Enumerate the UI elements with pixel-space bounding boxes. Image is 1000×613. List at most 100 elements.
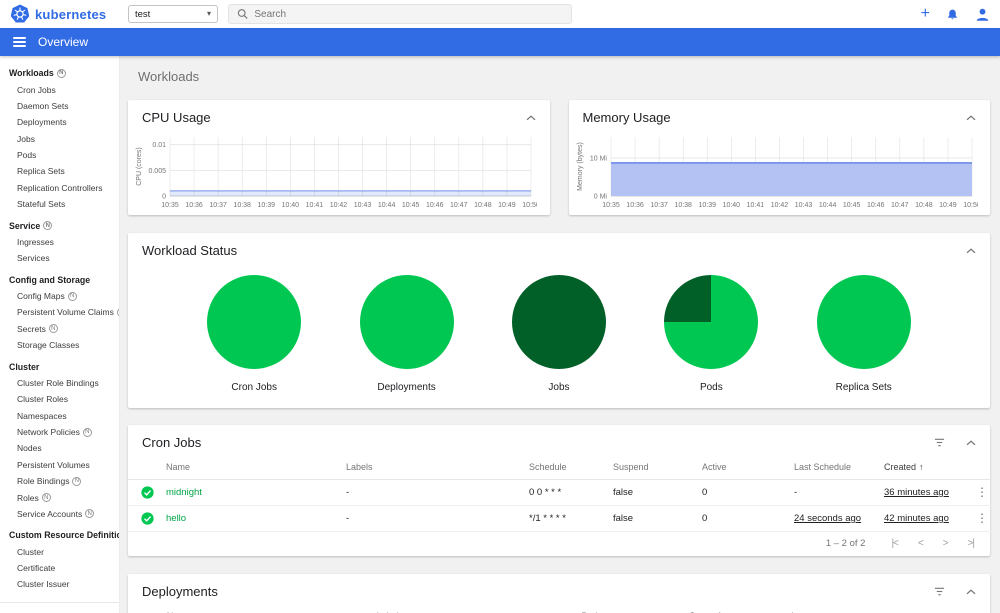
chevron-up-icon [966, 439, 976, 445]
collapse-card-button[interactable] [966, 247, 976, 254]
sidebar-item-label: Service [9, 220, 41, 231]
svg-text:10:43: 10:43 [794, 202, 812, 209]
column-header-pods[interactable]: Pods [573, 604, 681, 613]
sidebar-item-deployments[interactable]: Deployments [0, 114, 119, 130]
column-header-name[interactable]: Name [158, 604, 369, 613]
next-page-button[interactable]: > [943, 538, 949, 549]
sidebar-item-persistent-volume-claims[interactable]: Persistent Volume ClaimsN [0, 304, 119, 320]
actions-cell: ⋮ [964, 479, 992, 506]
brand-name: kubernetes [35, 6, 107, 22]
column-header-images[interactable]: Images [783, 604, 962, 613]
sidebar-item-cluster[interactable]: Cluster [0, 544, 119, 560]
cell-text: 0 0 * * * [529, 487, 562, 498]
svg-text:10:37: 10:37 [650, 202, 668, 209]
column-header-suspend[interactable]: Suspend [605, 455, 694, 480]
sidebar-item-service[interactable]: Service N [0, 217, 119, 233]
column-header-created[interactable]: Created↑ [876, 455, 964, 480]
namespace-select[interactable]: test ▾ [128, 5, 218, 23]
svg-text:10:40: 10:40 [282, 202, 300, 209]
column-header-labels[interactable]: Labels [368, 604, 574, 613]
notifications-button[interactable] [946, 8, 959, 21]
sidebar-item-pods[interactable]: Pods [0, 147, 119, 163]
column-header-created[interactable]: Created↑ [680, 604, 784, 613]
sidebar-item-services[interactable]: Services [0, 250, 119, 266]
sidebar-item-daemon-sets[interactable]: Daemon Sets [0, 98, 119, 114]
svg-text:10:47: 10:47 [450, 202, 468, 209]
sidebar-item-label: Cluster [17, 546, 44, 557]
sidebar-item-service-accounts[interactable]: Service Accounts N [0, 506, 119, 522]
cell-text: 0 [702, 487, 708, 498]
collapse-card-button[interactable] [966, 114, 976, 121]
sidebar-item-label: Replication Controllers [17, 182, 103, 193]
sidebar-item-replica-sets[interactable]: Replica Sets [0, 163, 119, 179]
svg-text:10:35: 10:35 [602, 202, 620, 209]
cronjob-name-link[interactable]: hello [166, 513, 186, 524]
sidebar-item-nodes[interactable]: Nodes [0, 440, 119, 456]
svg-text:10:50: 10:50 [963, 202, 978, 209]
sidebar-item-label: Pods [17, 150, 37, 161]
collapse-card-button[interactable] [966, 439, 976, 446]
sidebar-item-cron-jobs[interactable]: Cron Jobs [0, 81, 119, 97]
sidebar-item-settings[interactable]: Settings [0, 610, 119, 613]
sidebar-item-roles[interactable]: Roles N [0, 489, 119, 505]
cell-last-schedule: 24 seconds ago [786, 505, 876, 532]
sidebar-item-network-policies[interactable]: Network Policies N [0, 424, 119, 440]
sidebar-item-custom-resource-definitions[interactable]: Custom Resource Definitions [0, 527, 119, 543]
sidebar-item-certificate[interactable]: Certificate [0, 560, 119, 576]
account-button[interactable] [975, 7, 990, 22]
filter-button[interactable] [933, 586, 946, 597]
card-header: Workload Status [128, 233, 990, 263]
chevron-up-icon [966, 114, 976, 120]
row-actions-button[interactable]: ⋮ [972, 486, 992, 498]
collapse-card-button[interactable] [526, 114, 536, 121]
cell-created: 42 minutes ago [876, 505, 964, 532]
sidebar-item-label: Stateful Sets [17, 199, 66, 210]
namespaced-badge: N [72, 476, 82, 486]
last-page-button[interactable]: >| [968, 538, 976, 549]
menu-button[interactable] [13, 37, 26, 47]
sidebar-item-cluster-roles[interactable]: Cluster Roles [0, 391, 119, 407]
column-header-schedule[interactable]: Schedule [521, 455, 605, 480]
sidebar-item-ingresses[interactable]: Ingresses [0, 234, 119, 250]
create-resource-button[interactable]: + [921, 6, 930, 22]
svg-text:10:36: 10:36 [185, 202, 203, 209]
column-header-name[interactable]: Name [158, 455, 338, 480]
cronjob-name-link[interactable]: midnight [166, 487, 202, 498]
previous-page-button[interactable]: < [918, 538, 924, 549]
sidebar-item-namespaces[interactable]: Namespaces [0, 408, 119, 424]
first-page-button[interactable]: |< [891, 538, 899, 549]
svg-text:10:48: 10:48 [915, 202, 933, 209]
namespaced-badge: N [82, 427, 92, 437]
cell-last-schedule: - [786, 479, 876, 506]
svg-text:10:38: 10:38 [674, 202, 692, 209]
sidebar-item-storage-classes[interactable]: Storage Classes [0, 337, 119, 353]
sidebar-item-replication-controllers[interactable]: Replication Controllers [0, 180, 119, 196]
column-header-last-schedule[interactable]: Last Schedule [786, 455, 876, 480]
workload-status-deployments: Deployments [359, 275, 454, 393]
chevron-up-icon [526, 114, 535, 120]
column-header-active[interactable]: Active [694, 455, 786, 480]
table-row: midnight - 0 0 * * * false 0 - 36 minutes ago ⋮ [128, 479, 992, 506]
collapse-card-button[interactable] [966, 588, 976, 595]
sidebar-item-secrets[interactable]: Secrets N [0, 321, 119, 337]
filter-button[interactable] [933, 437, 946, 448]
sidebar-item-config-and-storage[interactable]: Config and Storage [0, 272, 119, 288]
sidebar-item-persistent-volumes[interactable]: Persistent Volumes [0, 457, 119, 473]
sidebar-item-cluster-issuer[interactable]: Cluster Issuer [0, 576, 119, 592]
deployments-card: Deployments [128, 574, 990, 613]
sidebar-item-role-bindings[interactable]: Role Bindings N [0, 473, 119, 489]
search-input[interactable] [254, 8, 563, 20]
row-actions-button[interactable]: ⋮ [972, 512, 992, 524]
sidebar-item-jobs[interactable]: Jobs [0, 131, 119, 147]
brand[interactable]: kubernetes [10, 4, 128, 24]
filter-list-icon [934, 438, 945, 447]
sidebar-item-stateful-sets[interactable]: Stateful Sets [0, 196, 119, 212]
sidebar-item-config-maps[interactable]: Config Maps N [0, 288, 119, 304]
sidebar-item-cluster-role-bindings[interactable]: Cluster Role Bindings [0, 375, 119, 391]
sidebar-item-workloads[interactable]: Workloads N [0, 65, 119, 81]
column-header-labels[interactable]: Labels [338, 455, 521, 480]
sidebar-item-cluster[interactable]: Cluster [0, 358, 119, 374]
bell-icon [948, 9, 957, 19]
pie-label: Pods [699, 382, 723, 393]
pagination-range: 1 – 2 of 2 [825, 538, 866, 549]
